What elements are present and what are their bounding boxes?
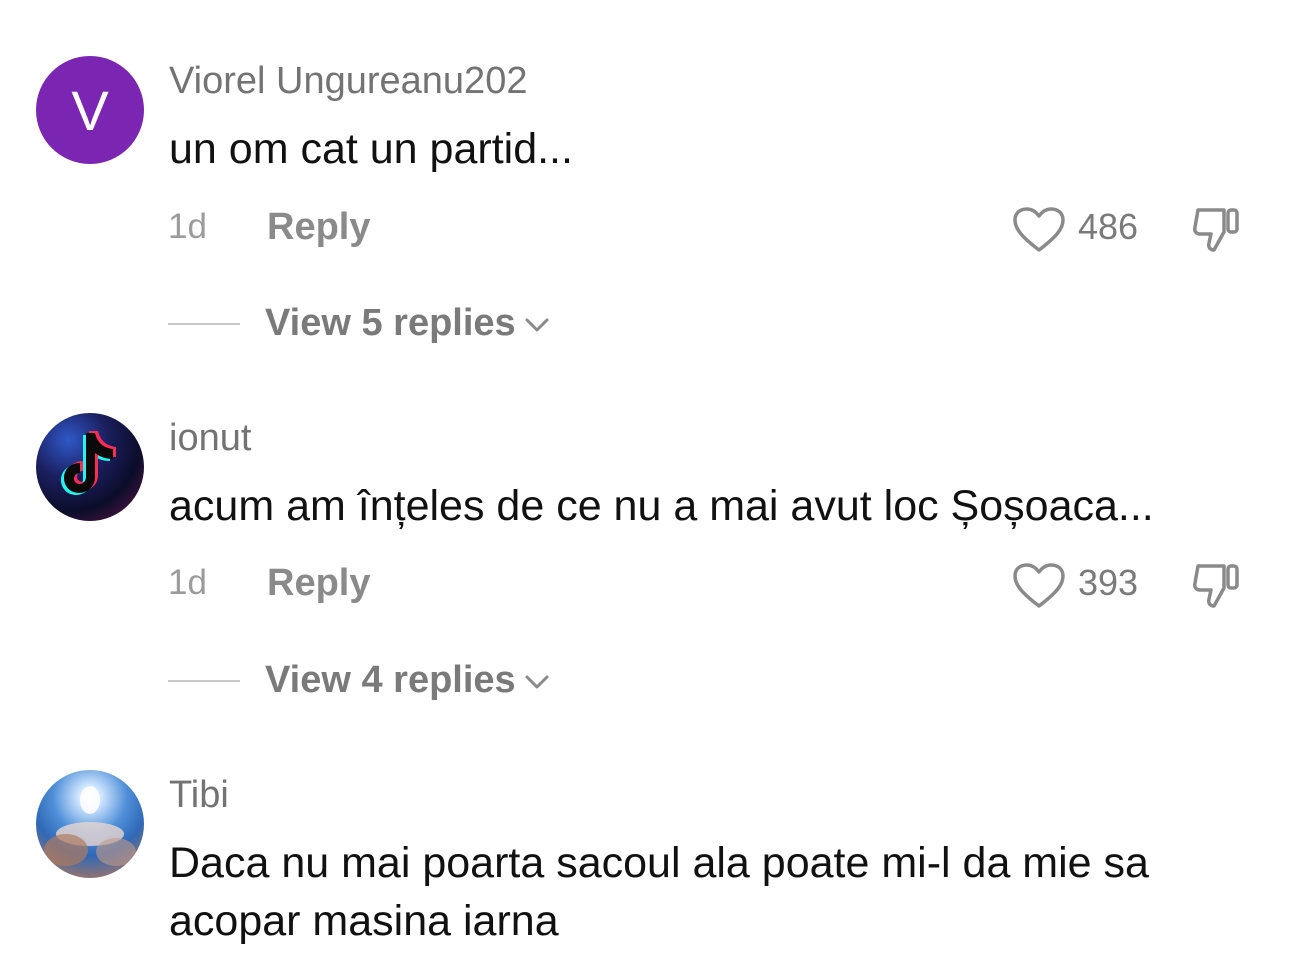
comment-text: un om cat un partid... — [169, 125, 573, 173]
view-replies-row: View 5 replies — [0, 298, 1290, 348]
comment-time: 1d — [168, 563, 207, 602]
reply-button[interactable]: Reply — [267, 202, 370, 252]
divider — [168, 680, 240, 682]
avatar[interactable] — [36, 413, 144, 521]
avatar[interactable]: V — [36, 56, 144, 164]
reply-button[interactable]: Reply — [267, 558, 370, 608]
comment-actions: 1d Reply 393 — [0, 558, 1290, 608]
comment-text: Daca nu mai poarta sacoul ala poate mi-l… — [169, 839, 1149, 945]
avatar[interactable] — [36, 770, 144, 878]
view-replies-label: View 4 replies — [265, 659, 516, 701]
view-replies-button[interactable]: View 4 replies — [265, 655, 550, 705]
heart-icon[interactable] — [1012, 206, 1066, 254]
view-replies-button[interactable]: View 5 replies — [265, 298, 550, 348]
like-count: 393 — [1078, 562, 1139, 603]
chevron-down-icon — [525, 675, 549, 689]
comment-actions: 1d Reply 486 — [0, 202, 1290, 252]
username[interactable]: Tibi — [169, 774, 229, 817]
dislike-icon[interactable] — [1190, 560, 1244, 612]
dislike-icon[interactable] — [1190, 204, 1244, 256]
view-replies-label: View 5 replies — [265, 302, 516, 344]
chevron-down-icon — [525, 318, 549, 332]
username[interactable]: Viorel Ungureanu202 — [169, 60, 527, 103]
comment-time: 1d — [168, 207, 207, 246]
avatar-letter: V — [71, 78, 109, 142]
profile-photo-image — [44, 786, 136, 866]
comment-text: acum am înțeles de ce nu a mai avut loc … — [169, 482, 1154, 530]
tiktok-logo-icon — [61, 431, 116, 495]
heart-icon[interactable] — [1012, 562, 1066, 610]
username[interactable]: ionut — [169, 417, 251, 460]
view-replies-row: View 4 replies — [0, 655, 1290, 705]
divider — [168, 323, 240, 325]
like-count: 486 — [1078, 206, 1139, 247]
